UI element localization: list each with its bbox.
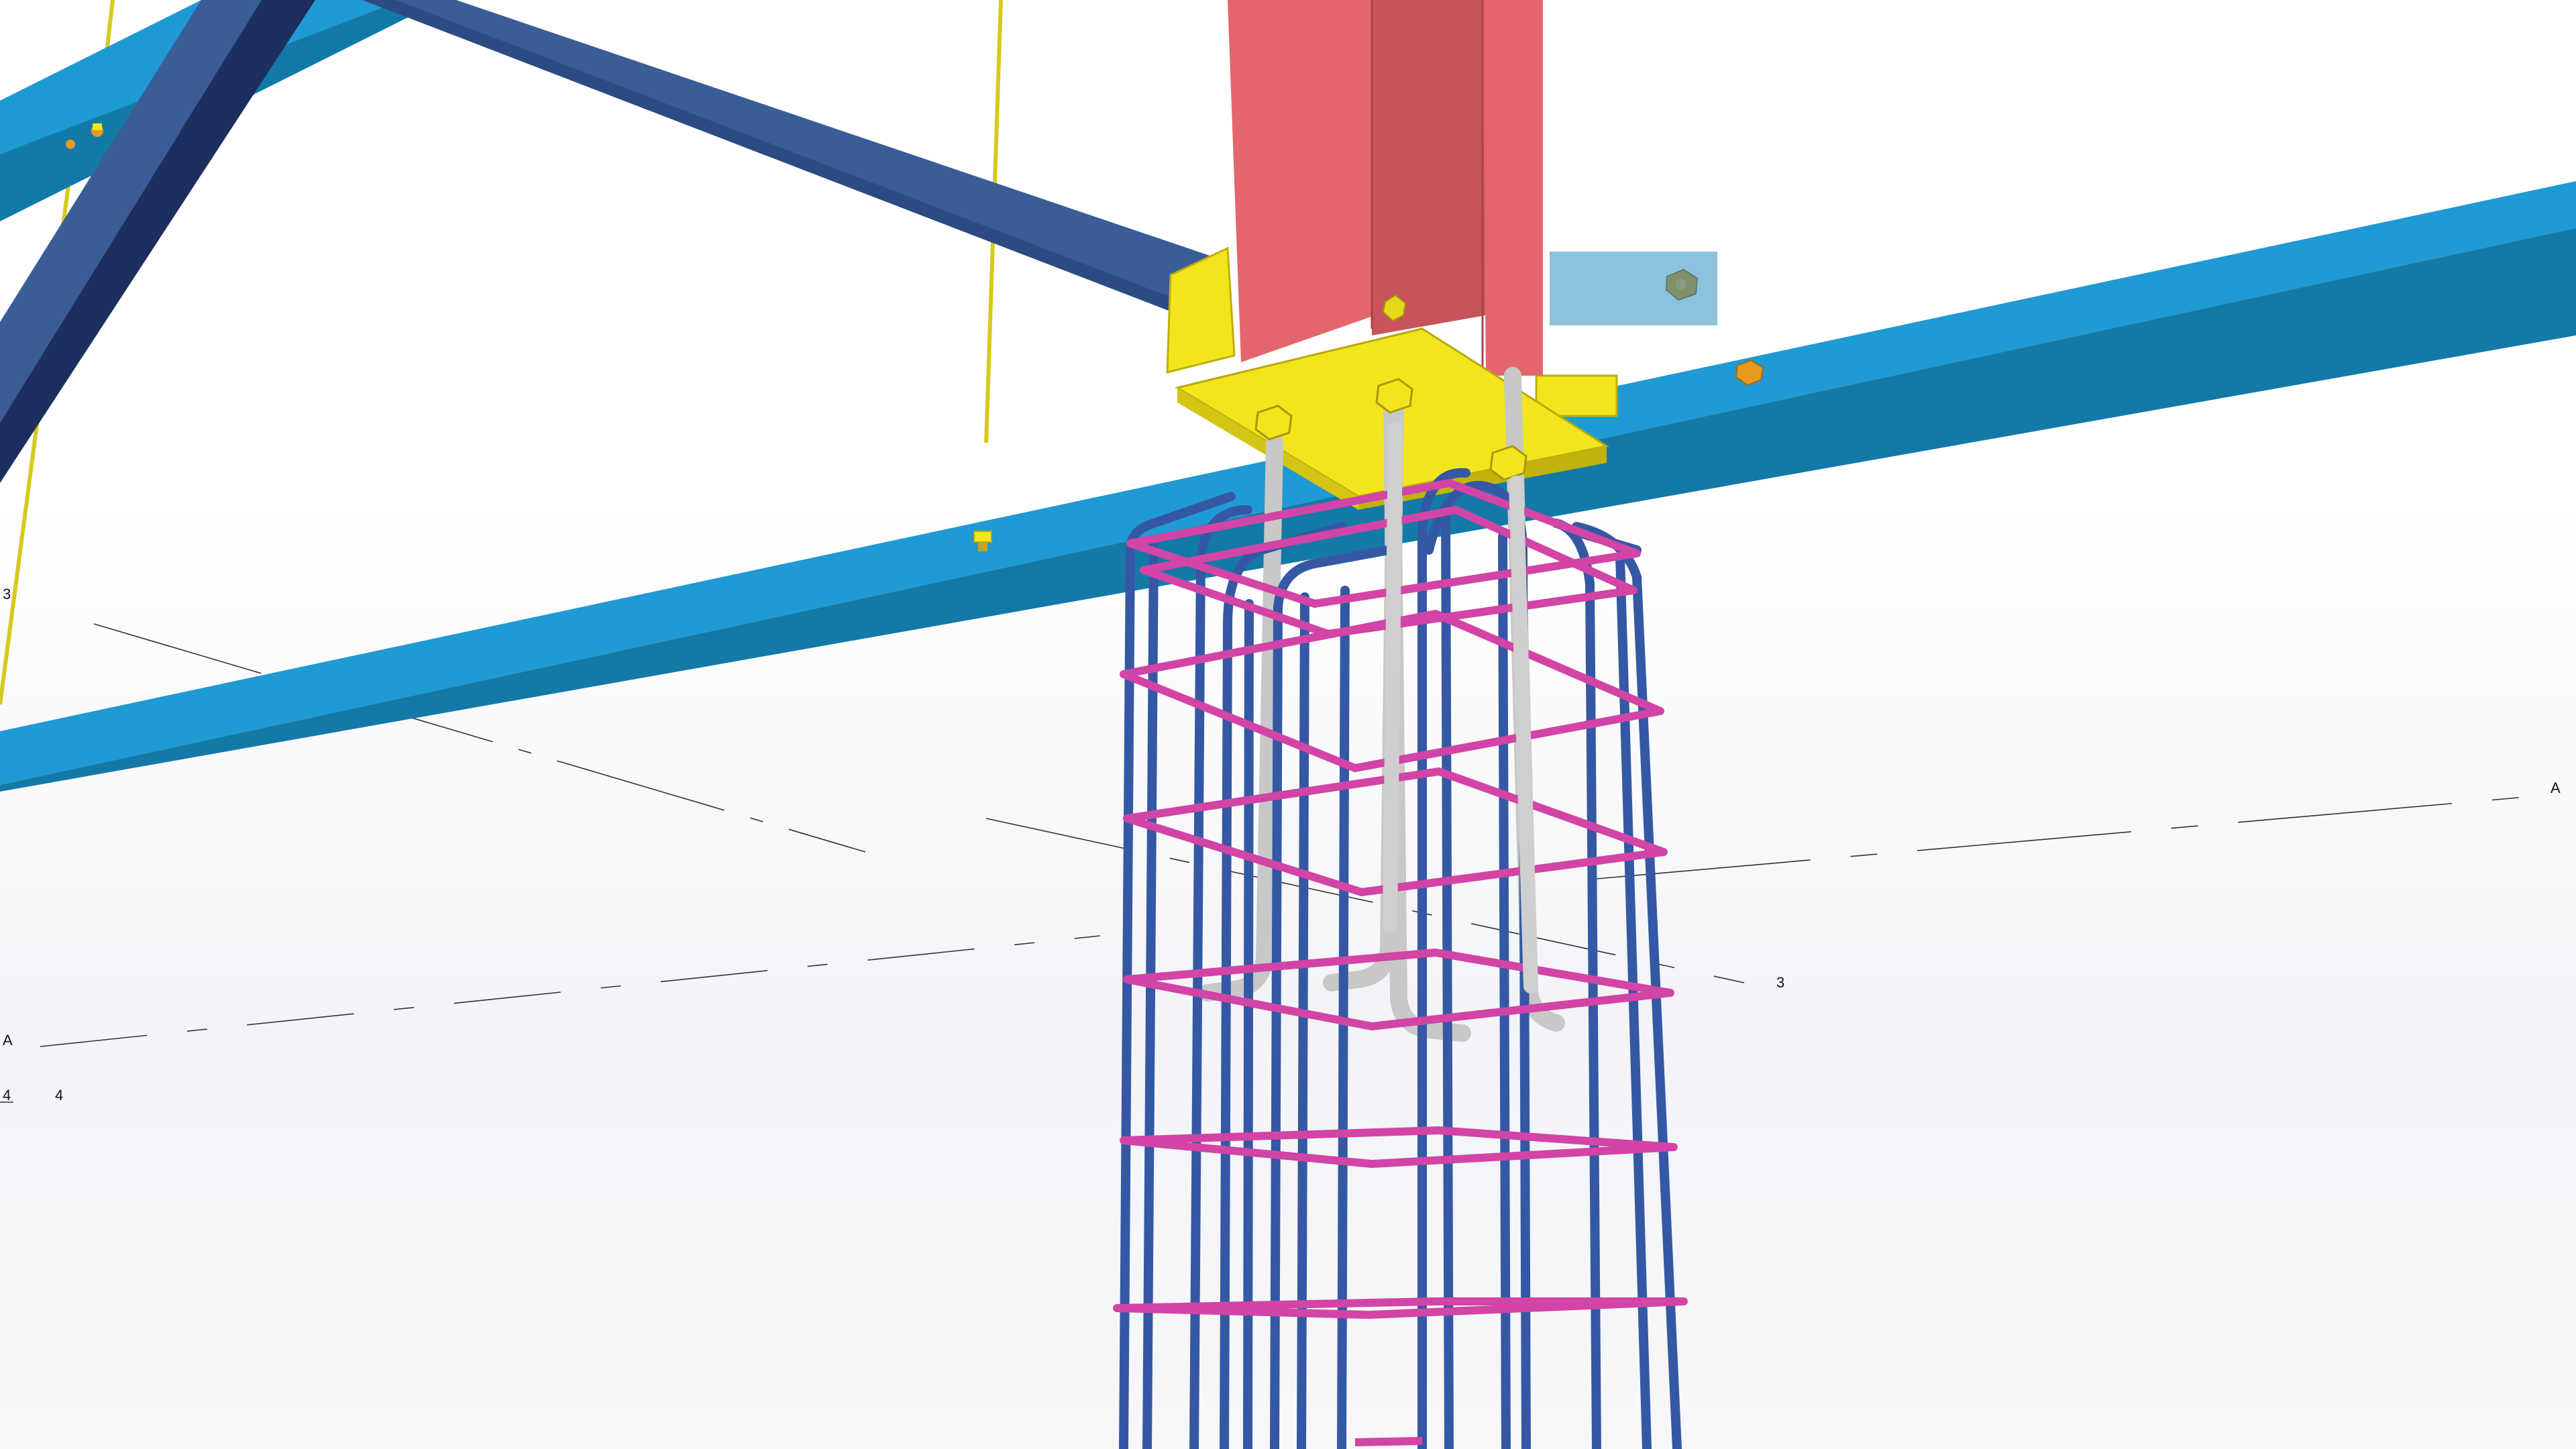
grid-label-a-left: A (3, 1032, 13, 1049)
bolt-icon (66, 140, 75, 149)
grid-line-a-left (40, 935, 1101, 1047)
beam-connection-plate (1550, 252, 1717, 325)
grid-label-3-left: 3 (3, 586, 11, 602)
model-3d-scene[interactable]: 3 A 3 A 4 4 (0, 0, 2576, 1449)
grid-label-4-left-second: 4 (55, 1087, 63, 1104)
stirrup (1354, 1437, 1423, 1446)
grid-label-4-left: 4 (3, 1087, 11, 1104)
grid-label-a-right: A (2551, 780, 2561, 796)
grid-line-a-right (1596, 794, 2550, 879)
brace-diagonal-left[interactable] (0, 0, 315, 483)
steel-column[interactable] (1228, 0, 1543, 376)
model-viewport[interactable]: 3 A 3 A 4 4 (0, 0, 2576, 1449)
nut-icon (1489, 445, 1527, 481)
nut-icon (1375, 378, 1413, 414)
bolt-icon (91, 123, 103, 137)
brace-diagonal-center[interactable] (362, 0, 1218, 315)
nut-icon (1254, 405, 1293, 441)
grid-label-3-right: 3 (1776, 974, 1784, 991)
